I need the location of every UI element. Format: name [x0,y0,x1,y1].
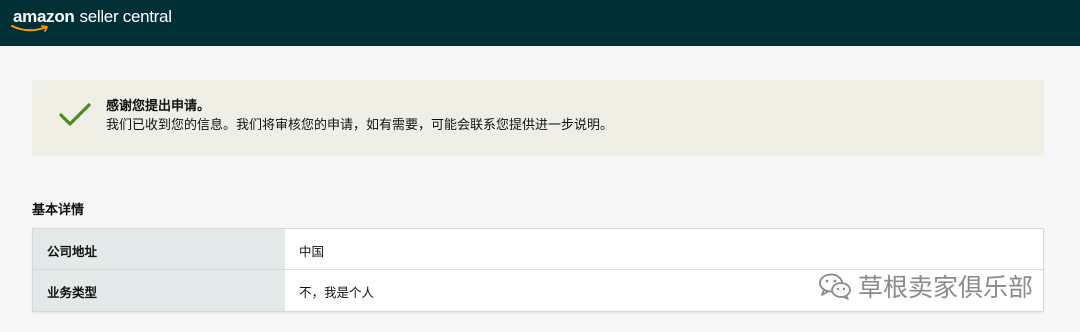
label-cell: 业务类型 [33,270,285,311]
row-value-company-address: 中国 [299,244,325,259]
row-label-company-address: 公司地址 [47,244,98,259]
row-label-business-type: 业务类型 [47,285,98,300]
label-cell: 公司地址 [33,229,285,269]
banner-title: 感谢您提出申请。 [106,99,211,114]
top-navigation-bar: amazon seller central [0,0,1080,46]
logo-product-text: seller central [79,7,172,26]
watermark: 草根卖家俱乐部 [818,268,1033,304]
wechat-icon [819,273,851,300]
section-title-basic-details: 基本详情 [32,203,85,218]
table-row: 公司地址 中国 [33,229,1043,270]
logo-brand-text: amazon [13,7,75,26]
row-value-business-type: 不，我是个人 [299,285,375,300]
banner-message: 我们已收到您的信息。我们将审核您的申请，如有需要，可能会联系您提供进一步说明。 [106,118,614,133]
seller-central-logo[interactable]: amazon seller central [13,7,172,27]
watermark-text: 草根卖家俱乐部 [858,273,1034,302]
check-icon [59,103,91,126]
amazon-smile-icon [11,25,48,32]
